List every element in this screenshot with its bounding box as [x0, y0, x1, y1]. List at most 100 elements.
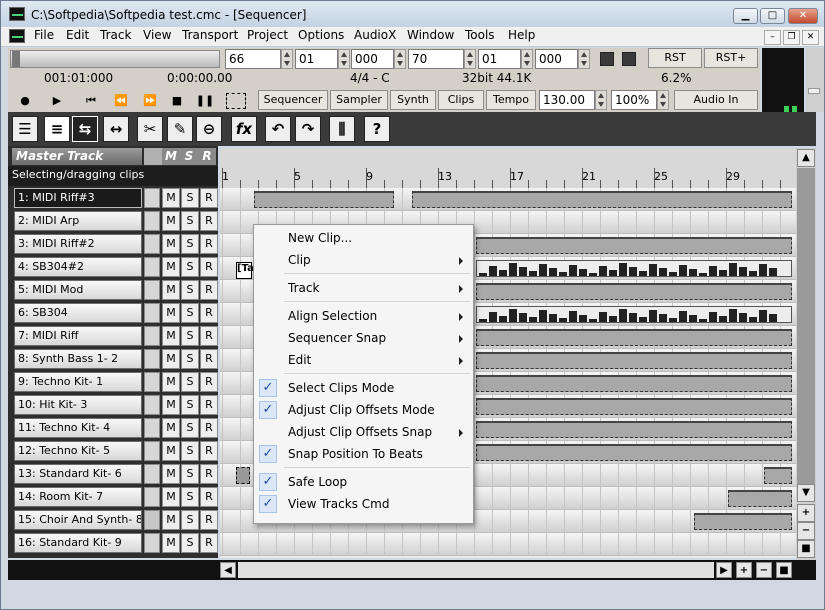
- tab-sampler[interactable]: Sampler: [330, 90, 388, 110]
- mdi-close-button[interactable]: ✕: [802, 30, 819, 45]
- track-mute-button[interactable]: M: [162, 464, 180, 484]
- track-name[interactable]: 16: Standard Kit- 9: [14, 533, 142, 553]
- tick-start-field[interactable]: 000: [351, 49, 394, 69]
- clip[interactable]: [476, 352, 792, 369]
- maximize-button[interactable]: □: [760, 8, 785, 24]
- close-button[interactable]: ✕: [788, 8, 818, 24]
- track-record-button[interactable]: R: [200, 326, 218, 346]
- select-offset-icon[interactable]: ⇆: [72, 116, 98, 142]
- scissors-icon[interactable]: ✂: [137, 116, 163, 142]
- minimize-button[interactable]: ▁: [733, 8, 758, 24]
- clip[interactable]: [476, 260, 792, 277]
- fast-forward-icon[interactable]: ⏩: [139, 91, 161, 111]
- track-box[interactable]: [144, 533, 160, 553]
- track-box[interactable]: [144, 211, 160, 231]
- rewind-start-icon[interactable]: ⏮: [80, 91, 102, 111]
- clip[interactable]: [476, 237, 792, 254]
- zoom-in-vertical-icon[interactable]: +: [797, 504, 815, 522]
- track-name[interactable]: 11: Techno Kit- 4: [14, 418, 142, 438]
- menu-tools[interactable]: Tools: [465, 28, 495, 42]
- track-box[interactable]: [144, 418, 160, 438]
- punch-led[interactable]: [622, 52, 636, 66]
- clip-label[interactable]: [Ta: [236, 262, 254, 279]
- track-record-button[interactable]: R: [200, 464, 218, 484]
- context-menu-item[interactable]: ✓ Select Clips Mode: [254, 377, 473, 399]
- context-menu-item[interactable]: ✓ Adjust Clip Offsets Mode: [254, 399, 473, 421]
- track-box[interactable]: [144, 441, 160, 461]
- timeline-ruler[interactable]: 1 5 9 13 17 21 25 29: [220, 148, 796, 188]
- track-solo-button[interactable]: S: [181, 418, 199, 438]
- track-mute-button[interactable]: M: [162, 188, 180, 208]
- tempo-field[interactable]: 130.00: [539, 90, 595, 110]
- track-mute-button[interactable]: M: [162, 372, 180, 392]
- loop-led[interactable]: [600, 52, 614, 66]
- track-solo-button[interactable]: S: [181, 326, 199, 346]
- track-box[interactable]: [144, 280, 160, 300]
- track-mute-button[interactable]: M: [162, 326, 180, 346]
- bar-start-field[interactable]: 66: [225, 49, 281, 69]
- scroll-up-icon[interactable]: ▲: [797, 149, 815, 167]
- record-icon[interactable]: ●: [14, 91, 36, 111]
- track-box[interactable]: [144, 257, 160, 277]
- track-box[interactable]: [144, 234, 160, 254]
- track-record-button[interactable]: R: [200, 395, 218, 415]
- redo-icon[interactable]: ↷: [295, 116, 321, 142]
- clip[interactable]: [476, 444, 792, 461]
- track-solo-button[interactable]: S: [181, 395, 199, 415]
- track-box[interactable]: [144, 510, 160, 530]
- mdi-restore-button[interactable]: ❐: [783, 30, 800, 45]
- context-menu-item[interactable]: Adjust Clip Offsets Snap: [254, 421, 473, 443]
- clip[interactable]: [476, 306, 792, 323]
- clip[interactable]: [764, 467, 792, 484]
- track-mute-button[interactable]: M: [162, 280, 180, 300]
- track-box[interactable]: [144, 188, 160, 208]
- track-record-button[interactable]: R: [200, 510, 218, 530]
- track-name[interactable]: 5: MIDI Mod: [14, 280, 142, 300]
- zoom-reset-vertical-icon[interactable]: ■: [797, 540, 815, 558]
- track-mute-button[interactable]: M: [162, 257, 180, 277]
- tab-synth[interactable]: Synth: [390, 90, 436, 110]
- tick-end-field[interactable]: 000: [535, 49, 578, 69]
- menu-transport[interactable]: Transport: [182, 28, 238, 42]
- track-record-button[interactable]: R: [200, 372, 218, 392]
- mdi-minimize-button[interactable]: –: [764, 30, 781, 45]
- clip[interactable]: [236, 467, 250, 484]
- track-name[interactable]: 9: Techno Kit- 1: [14, 372, 142, 392]
- context-menu-item[interactable]: ✓ Snap Position To Beats: [254, 443, 473, 465]
- track-mute-button[interactable]: M: [162, 395, 180, 415]
- track-solo-button[interactable]: S: [181, 349, 199, 369]
- vertical-scrollbar[interactable]: ▲ ▼ + − ■: [796, 148, 816, 560]
- track-record-button[interactable]: R: [200, 280, 218, 300]
- track-record-button[interactable]: R: [200, 441, 218, 461]
- track-name[interactable]: 3: MIDI Riff#2: [14, 234, 142, 254]
- track-solo-button[interactable]: S: [181, 372, 199, 392]
- rst-plus-button[interactable]: RST+: [704, 48, 758, 68]
- track-name[interactable]: 15: Choir And Synth- 8: [14, 510, 142, 530]
- track-mute-button[interactable]: M: [162, 533, 180, 553]
- tick-end-spinner[interactable]: [578, 49, 590, 69]
- audio-in-button[interactable]: Audio In: [674, 90, 758, 110]
- menu-track[interactable]: Track: [100, 28, 131, 42]
- context-menu-item[interactable]: Sequencer Snap: [254, 327, 473, 349]
- master-track-label[interactable]: Master Track: [12, 148, 142, 165]
- track-name[interactable]: 13: Standard Kit- 6: [14, 464, 142, 484]
- menu-audiox[interactable]: AudioX: [354, 28, 396, 42]
- mute-tool-icon[interactable]: ⊖: [196, 116, 222, 142]
- track-solo-button[interactable]: S: [181, 188, 199, 208]
- beat-start-field[interactable]: 01: [295, 49, 338, 69]
- context-menu-item[interactable]: New Clip...: [254, 227, 473, 249]
- sequencer-lane[interactable]: [220, 533, 796, 556]
- menu-options[interactable]: Options: [298, 28, 344, 42]
- context-menu-item[interactable]: ✓ Safe Loop: [254, 471, 473, 493]
- track-box[interactable]: [144, 487, 160, 507]
- clip[interactable]: [412, 191, 792, 208]
- menu-view[interactable]: View: [143, 28, 171, 42]
- mixer-icon[interactable]: ⫼: [329, 116, 355, 142]
- clip[interactable]: [476, 375, 792, 392]
- track-mute-button[interactable]: M: [162, 349, 180, 369]
- clip[interactable]: [254, 191, 394, 208]
- track-mute-button[interactable]: M: [162, 303, 180, 323]
- track-box[interactable]: [144, 464, 160, 484]
- track-name[interactable]: 7: MIDI Riff: [14, 326, 142, 346]
- context-menu-item[interactable]: ✓ View Tracks Cmd: [254, 493, 473, 515]
